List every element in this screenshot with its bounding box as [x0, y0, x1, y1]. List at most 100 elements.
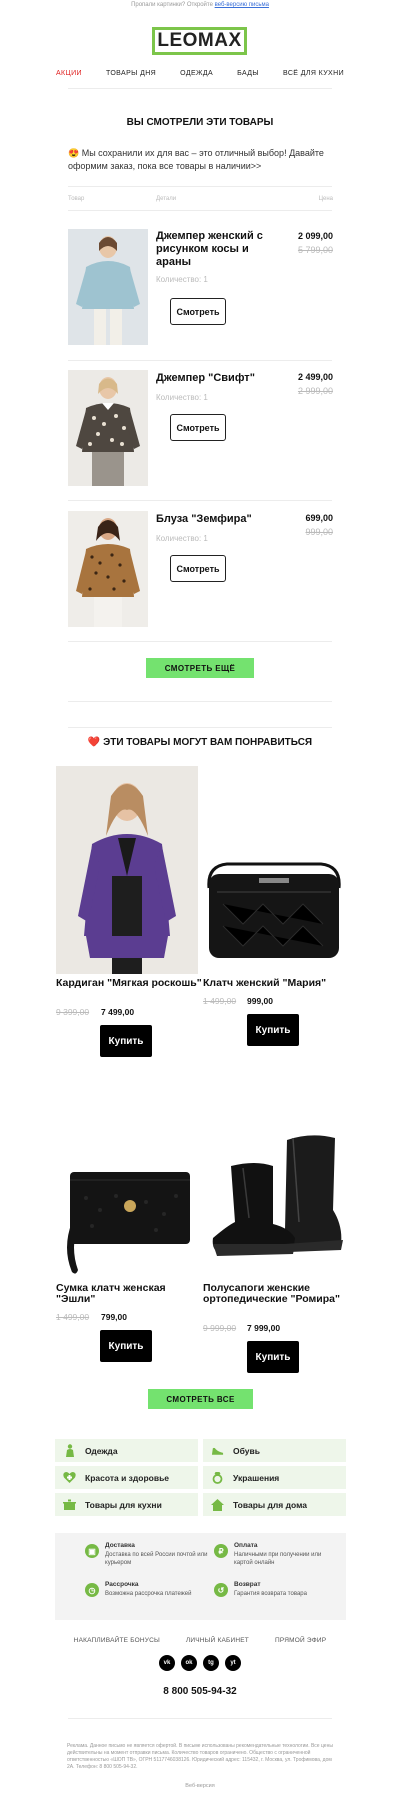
- product-quantity: Количество: 1: [156, 393, 208, 402]
- viewed-intro: 😍 Мы сохранили их для вас – это отличный…: [68, 148, 324, 171]
- divider: [68, 88, 332, 89]
- phone-number[interactable]: 8 800 505-94-32: [0, 1686, 400, 1697]
- category-shoes[interactable]: Обувь: [203, 1439, 346, 1462]
- product-card-name[interactable]: Кардиган "Мягкая роскошь": [56, 978, 206, 989]
- category-jewelry[interactable]: Украшения: [203, 1466, 346, 1489]
- category-label: Одежда: [85, 1445, 118, 1456]
- nav-item-supplements[interactable]: БАДЫ: [225, 70, 271, 77]
- product-price: 2 099,00: [297, 231, 333, 241]
- product-card-name[interactable]: Клатч женский "Мария": [203, 978, 353, 989]
- product-card-price: 799,00: [101, 1312, 127, 1322]
- category-label: Украшения: [233, 1472, 280, 1483]
- product-card-price: 7 999,00: [247, 1323, 281, 1333]
- benefit-title: Возврат: [234, 1581, 261, 1588]
- product-name[interactable]: Блуза "Земфира": [156, 513, 276, 526]
- buy-button[interactable]: Купить: [247, 1341, 299, 1373]
- divider: [68, 500, 332, 501]
- column-header-price: Цена: [318, 196, 333, 202]
- divider: [68, 727, 332, 728]
- buy-button[interactable]: Купить: [100, 1330, 152, 1362]
- vk-icon[interactable]: vk: [159, 1655, 175, 1671]
- product-image-cardigan[interactable]: [56, 766, 198, 974]
- category-beauty-health[interactable]: Красота и здоровье: [55, 1466, 198, 1489]
- top-nav: АКЦИИ ТОВАРЫ ДНЯ ОДЕЖДА БАДЫ ВСЁ ДЛЯ КУХ…: [0, 70, 400, 77]
- benefit-description: Гарантия возврата товара: [234, 1591, 307, 1597]
- buy-button[interactable]: Купить: [100, 1025, 152, 1057]
- bonus-link[interactable]: НАКАПЛИВАЙТЕ БОНУСЫ: [61, 1637, 173, 1644]
- health-icon: [63, 1471, 76, 1484]
- preheader: Пропали картинки? Откройте веб-версию пи…: [0, 0, 400, 10]
- divider: [68, 360, 332, 361]
- legal-text: Реклама. Данное письмо не является оферт…: [67, 1743, 333, 1770]
- view-button[interactable]: Смотреть: [170, 555, 226, 582]
- account-link[interactable]: ЛИЧНЫЙ КАБИНЕТ: [173, 1637, 262, 1644]
- nav-item-clothing[interactable]: ОДЕЖДА: [168, 70, 225, 77]
- product-card-price: 999,00: [247, 996, 273, 1006]
- divider: [68, 701, 332, 702]
- product-old-price: 999,00: [305, 527, 333, 537]
- viewed-title: ВЫ СМОТРЕЛИ ЭТИ ТОВАРЫ: [126, 117, 274, 128]
- column-header-details: Детали: [156, 196, 177, 202]
- see-all-button[interactable]: СМОТРЕТЬ ВСЕ: [148, 1389, 253, 1409]
- odnoklassniki-icon[interactable]: ok: [181, 1655, 197, 1671]
- product-name[interactable]: Джемпер женский с рисунком косы и араны: [156, 230, 276, 269]
- product-image-clutch-ashley[interactable]: [56, 1162, 198, 1280]
- social-links: vk ok tg yt: [0, 1655, 400, 1671]
- box-icon: ▣: [85, 1544, 99, 1558]
- product-image-jumper-swift[interactable]: [68, 370, 148, 486]
- product-card-old-price: 1 499,00: [56, 1312, 90, 1322]
- product-card-name[interactable]: Полусапоги женские ортопедические "Ромир…: [203, 1283, 353, 1305]
- category-clothing[interactable]: Одежда: [55, 1439, 198, 1462]
- benefit-description: Наличными при получении или картой онлай…: [234, 1552, 322, 1566]
- clothing-icon: [63, 1444, 76, 1457]
- pot-icon: [63, 1498, 76, 1511]
- telegram-icon[interactable]: tg: [203, 1655, 219, 1671]
- product-card-price: 7 499,00: [101, 1007, 135, 1017]
- nav-item-kitchen[interactable]: ВСЁ ДЛЯ КУХНИ: [271, 70, 356, 77]
- category-kitchen[interactable]: Товары для кухни: [55, 1493, 198, 1516]
- web-version-link[interactable]: веб-версию письма: [215, 2, 269, 8]
- buy-button[interactable]: Купить: [247, 1014, 299, 1046]
- web-version-footer-link[interactable]: Веб-версия: [0, 1783, 400, 1789]
- product-image-blouse-zemfira[interactable]: [68, 511, 148, 627]
- category-label: Красота и здоровье: [85, 1472, 170, 1483]
- product-image-jumper-blue[interactable]: [68, 229, 148, 345]
- benefits-panel: ▣ Доставка Доставка по всей России почто…: [55, 1533, 346, 1620]
- nav-item-deals[interactable]: ТОВАРЫ ДНЯ: [94, 70, 168, 77]
- benefit-payment: ₽ Оплата Наличными при получении или кар…: [214, 1542, 339, 1567]
- product-card-old-price: 9 999,00: [203, 1323, 237, 1333]
- product-price: 699,00: [305, 513, 333, 523]
- divider: [68, 641, 332, 642]
- footer-links: НАКАПЛИВАЙТЕ БОНУСЫ ЛИЧНЫЙ КАБИНЕТ ПРЯМО…: [0, 1637, 400, 1644]
- product-price: 2 499,00: [297, 372, 333, 382]
- product-card-name[interactable]: Сумка клатч женская "Эшли": [56, 1283, 206, 1305]
- benefit-description: Возможна рассрочка платежей: [105, 1591, 192, 1597]
- youtube-icon[interactable]: yt: [225, 1655, 241, 1671]
- benefit-title: Оплата: [234, 1542, 258, 1549]
- product-name[interactable]: Джемпер "Свифт": [156, 372, 276, 385]
- live-link[interactable]: ПРЯМОЙ ЭФИР: [262, 1637, 339, 1644]
- product-image-boots-romira[interactable]: [203, 1126, 345, 1264]
- nav-item-sales[interactable]: АКЦИИ: [44, 70, 94, 77]
- column-header-product: Товар: [68, 196, 85, 202]
- logo[interactable]: LEOMAX: [152, 27, 247, 55]
- return-icon: ↺: [214, 1583, 228, 1597]
- see-more-button[interactable]: СМОТРЕТЬ ЕЩЁ: [146, 658, 254, 678]
- product-old-price: 2 999,00: [297, 386, 333, 396]
- category-label: Обувь: [233, 1445, 260, 1456]
- view-button[interactable]: Смотреть: [170, 414, 226, 441]
- product-old-price: 5 799,00: [297, 245, 333, 255]
- shoe-icon: [211, 1444, 224, 1457]
- view-button[interactable]: Смотреть: [170, 298, 226, 325]
- clock-icon: ◷: [85, 1583, 99, 1597]
- benefit-title: Рассрочка: [105, 1581, 139, 1588]
- category-label: Товары для кухни: [85, 1499, 162, 1510]
- benefit-return: ↺ Возврат Гарантия возврата товара: [214, 1581, 324, 1598]
- preheader-text: Пропали картинки? Откройте: [131, 2, 213, 8]
- home-icon: [211, 1498, 224, 1511]
- category-home[interactable]: Товары для дома: [203, 1493, 346, 1516]
- product-card-old-price: 9 399,00: [56, 1007, 90, 1017]
- divider: [68, 186, 332, 187]
- benefit-installments: ◷ Рассрочка Возможна рассрочка платежей: [85, 1581, 200, 1598]
- product-image-clutch-maria[interactable]: [203, 854, 345, 974]
